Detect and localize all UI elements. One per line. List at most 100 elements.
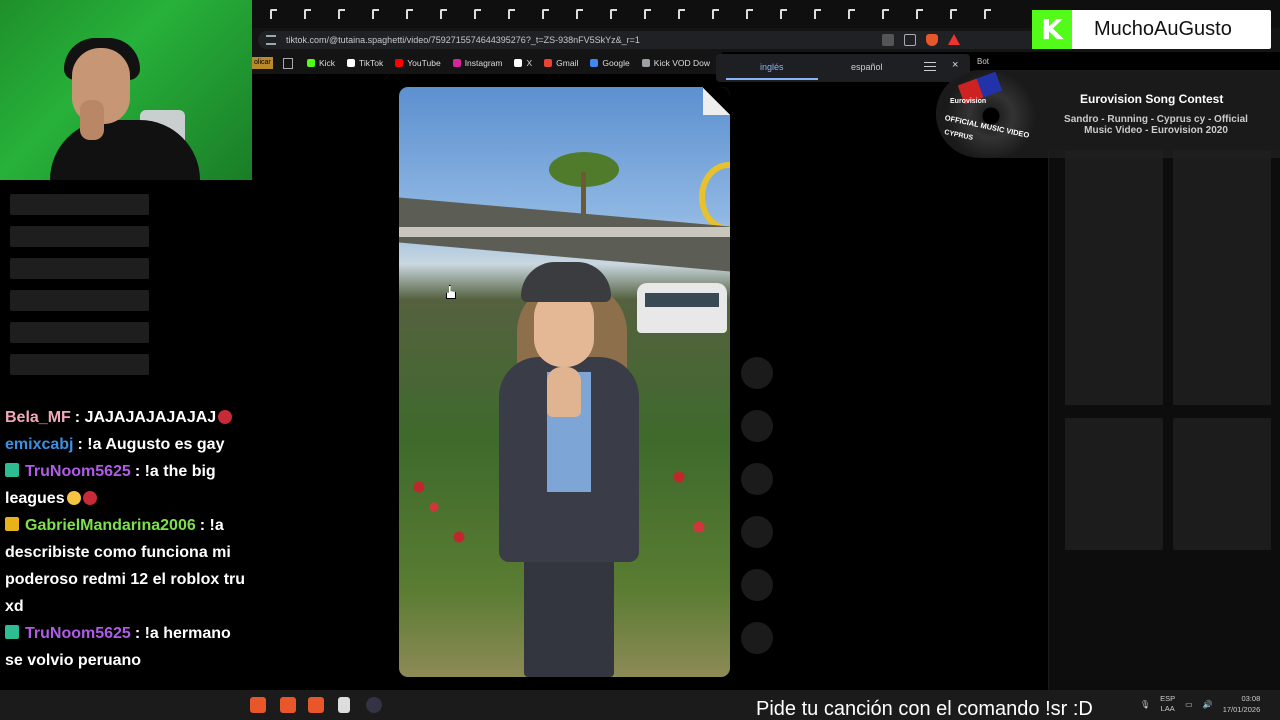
video-yellow-structure: [699, 162, 730, 232]
browser-tab[interactable]: [324, 3, 358, 25]
bookmark-item[interactable]: X: [514, 58, 532, 68]
address-url[interactable]: tiktok.com/@tutaina.spaghetti/video/7592…: [286, 35, 640, 45]
mic-icon[interactable]: 🎙: [1140, 700, 1150, 709]
bookmark-item[interactable]: Kick VOD Dow: [641, 58, 710, 68]
bookmark-label: X: [526, 58, 533, 68]
file-taskbar-icon[interactable]: [338, 697, 350, 713]
music-button[interactable]: [741, 569, 773, 601]
site-settings-icon[interactable]: [266, 35, 276, 45]
chat-username: TruNoom5625: [25, 625, 131, 642]
tiktok-icon: [371, 9, 379, 19]
bookmark-bot[interactable]: Bot: [977, 57, 989, 66]
webcam-feed: [0, 0, 252, 180]
tiktok-video-player[interactable]: [399, 87, 730, 677]
chat-text: : !a Augusto es gay: [77, 436, 225, 453]
video-person-cap: [521, 262, 611, 302]
tiktok-icon: [915, 9, 923, 19]
chat-placeholder: [10, 226, 149, 247]
related-video-tile[interactable]: [1173, 150, 1271, 282]
browser-tab[interactable]: [902, 3, 936, 25]
browser-tab[interactable]: [868, 3, 902, 25]
video-person-hands: [547, 367, 581, 417]
related-video-tile[interactable]: [1173, 273, 1271, 405]
clock-date: 17/01/2026: [1222, 705, 1261, 714]
chat-username: Bela_MF: [5, 409, 71, 426]
browser-tab[interactable]: [494, 3, 528, 25]
browser-tab[interactable]: [460, 3, 494, 25]
chat-username: TruNoom5625: [25, 463, 131, 480]
related-video-tile[interactable]: [1065, 418, 1163, 550]
tiktok-icon: [439, 9, 447, 19]
translate-source-tab[interactable]: inglés: [760, 62, 784, 72]
bookmark-item[interactable]: Kick: [306, 58, 335, 68]
kick-logo-icon: K: [1032, 10, 1072, 49]
bookmark-item[interactable]: Google: [590, 58, 630, 68]
browser-tab[interactable]: [358, 3, 392, 25]
translate-popover: inglés español ×: [716, 54, 970, 82]
scream-emoji-icon: [66, 491, 81, 505]
bookmark-button[interactable]: [741, 463, 773, 495]
comment-button[interactable]: [741, 410, 773, 442]
chat-overlay: Bela_MF: JAJAJAJAJAJAJ emixcabj: !a Augus…: [5, 404, 249, 674]
brave-rewards-icon[interactable]: [948, 34, 960, 45]
disc-logo: Eurovision: [950, 98, 987, 105]
brave-shields-icon[interactable]: [926, 34, 938, 46]
bookmark-item[interactable]: YouTube: [395, 58, 441, 68]
browser-tab[interactable]: [562, 3, 596, 25]
tiktok-icon: [745, 9, 753, 19]
browser-tab[interactable]: [290, 3, 324, 25]
bookmark-item[interactable]: Gmail: [544, 58, 578, 68]
browser-tab[interactable]: [698, 3, 732, 25]
rose-emoji-icon: [218, 410, 233, 424]
clock[interactable]: 03:08 17/01/2026: [1223, 693, 1261, 715]
bookmark-label: YouTube: [407, 58, 441, 68]
browser-tab[interactable]: [630, 3, 664, 25]
related-video-tile[interactable]: [1173, 418, 1271, 550]
bookmark-item[interactable]: TikTok: [347, 58, 383, 68]
translate-target-tab[interactable]: español: [851, 62, 883, 72]
translate-menu-icon[interactable]: [924, 62, 936, 71]
tiktok-icon: [677, 9, 685, 19]
browser-tab[interactable]: [664, 3, 698, 25]
translate-close-icon[interactable]: ×: [952, 59, 958, 71]
like-button[interactable]: [741, 357, 773, 389]
speaker-icon[interactable]: 🔊: [1203, 700, 1213, 709]
browser-tab[interactable]: [596, 3, 630, 25]
browser-tab[interactable]: [936, 3, 970, 25]
browser-tab[interactable]: [970, 3, 1004, 25]
brave-taskbar-icon[interactable]: [250, 697, 266, 713]
chat-message: TruNoom5625: !a hermano se volvio peruan…: [5, 620, 249, 674]
apps-grid-icon[interactable]: [282, 57, 293, 69]
translate-icon[interactable]: [882, 34, 894, 46]
tiktok-icon: [609, 9, 617, 19]
now-playing-widget: Eurovision OFFICIAL MUSIC VIDEO CYPRUS E…: [936, 70, 1280, 158]
related-video-tile[interactable]: [1065, 150, 1163, 282]
browser-tab[interactable]: [256, 3, 290, 25]
share-icon[interactable]: [904, 34, 916, 46]
tiktok-icon: [337, 9, 345, 19]
chat-username: GabrielMandarina2006: [25, 517, 196, 534]
tiktok-icon: [949, 9, 957, 19]
related-video-tile[interactable]: [1065, 273, 1163, 405]
x-icon: [514, 59, 523, 67]
browser-tab[interactable]: [732, 3, 766, 25]
browser-tab[interactable]: [392, 3, 426, 25]
tiktok-icon: [269, 9, 277, 19]
display-icon[interactable]: ▭: [1185, 700, 1193, 709]
video-corner-fold: [703, 87, 730, 115]
kick-icon: [306, 59, 315, 67]
browser-tab[interactable]: [426, 3, 460, 25]
language-indicator[interactable]: ESP LAA: [1160, 694, 1175, 714]
brave-taskbar-icon[interactable]: [308, 697, 324, 713]
app-taskbar-icon[interactable]: [366, 697, 382, 713]
browser-tab[interactable]: [834, 3, 868, 25]
brave-taskbar-icon[interactable]: [280, 697, 296, 713]
more-button[interactable]: [741, 622, 773, 654]
share-button[interactable]: [741, 516, 773, 548]
bookmark-item[interactable]: Instagram: [452, 58, 502, 68]
browser-tab[interactable]: [766, 3, 800, 25]
kick-vod-icon: [641, 59, 650, 67]
browser-tab[interactable]: [528, 3, 562, 25]
bookmark-stub[interactable]: olicar: [252, 57, 273, 69]
browser-tab[interactable]: [800, 3, 834, 25]
